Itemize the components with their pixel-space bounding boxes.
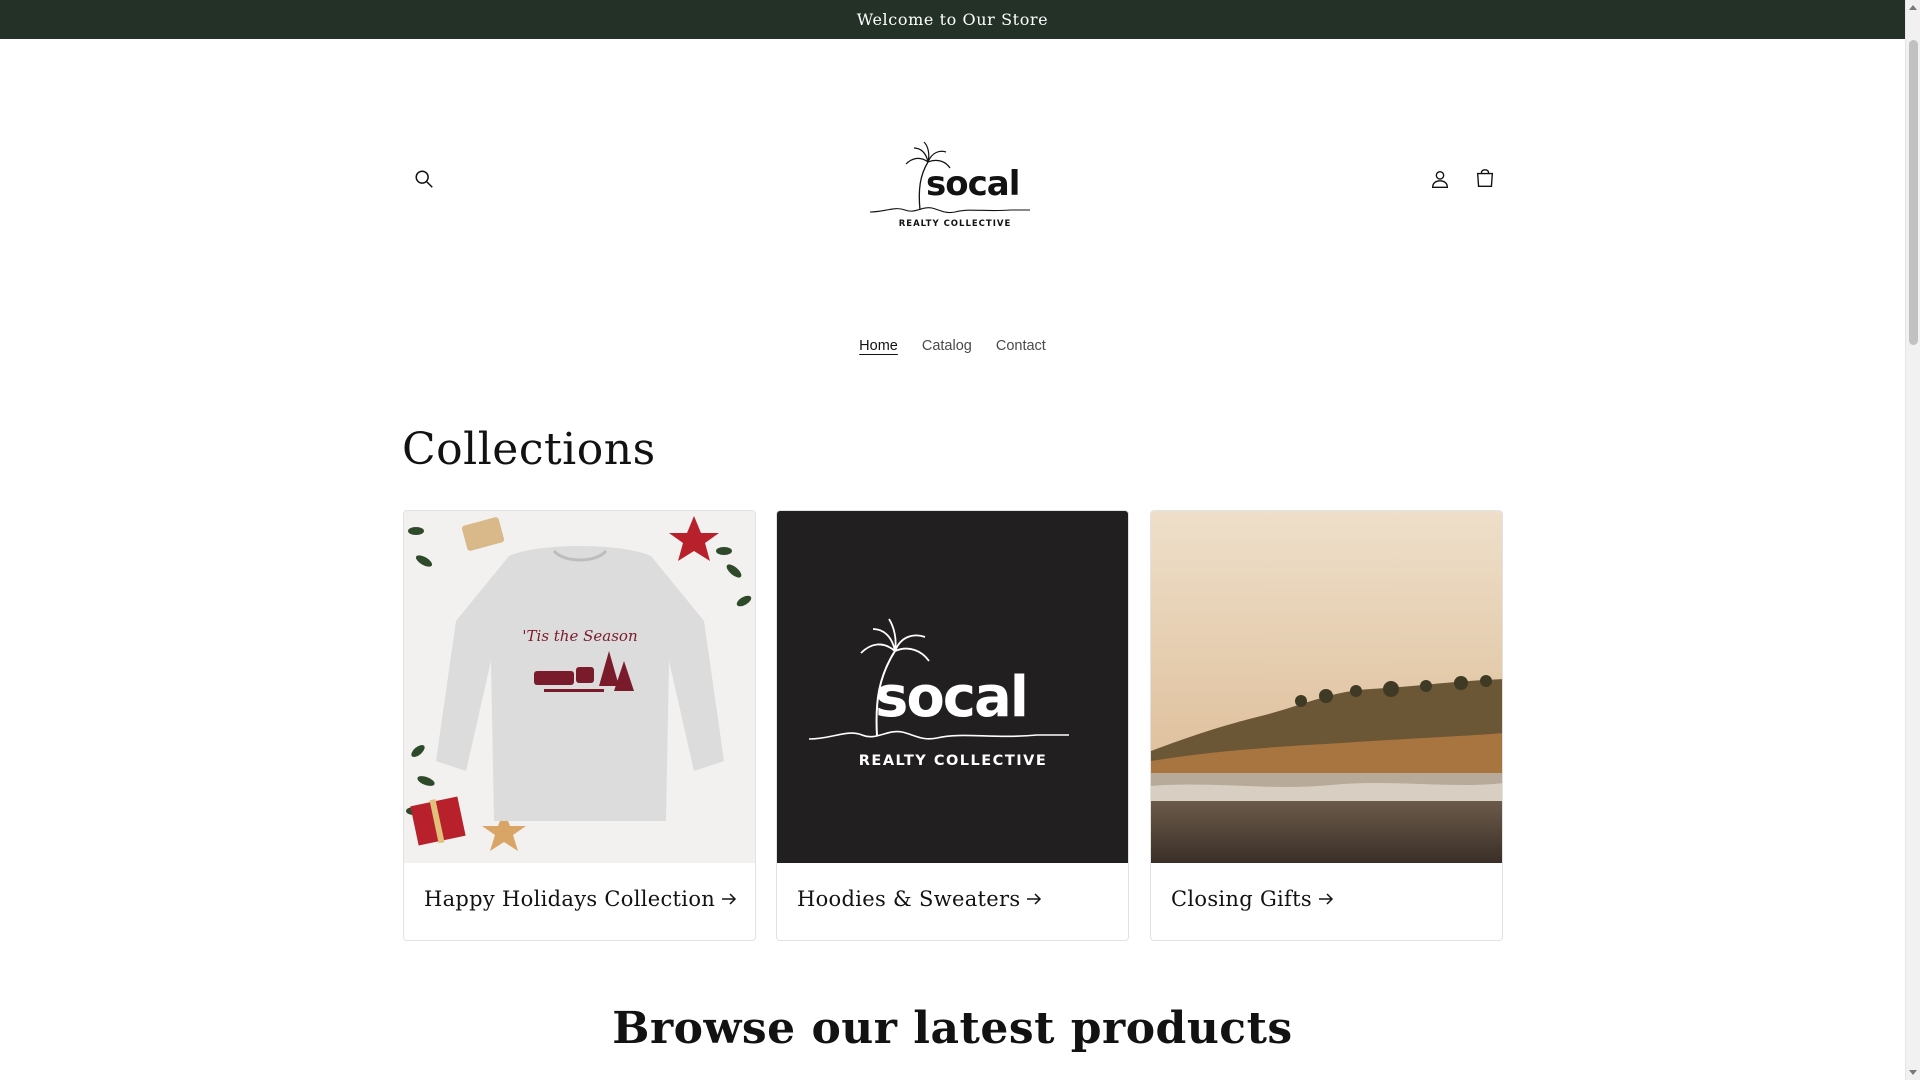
scrollbar-thumb[interactable] <box>1909 40 1918 345</box>
cart-icon <box>1476 169 1494 188</box>
account-button[interactable] <box>1422 161 1458 197</box>
logo-tagline: REALTY COLLECTIVE <box>899 219 1012 229</box>
collection-title: Closing Gifts <box>1171 887 1312 911</box>
arrow-right-icon <box>722 893 737 905</box>
search-icon <box>415 170 433 188</box>
search-button[interactable] <box>406 161 442 197</box>
page-scrollbar[interactable] <box>1905 0 1920 1080</box>
collection-link-closing-gifts[interactable]: Closing Gifts <box>1171 887 1334 911</box>
collection-card-closing-gifts[interactable]: Closing Gifts <box>1150 510 1503 941</box>
scroll-down-arrow-icon[interactable] <box>1909 1070 1917 1075</box>
collection-card-happy-holidays[interactable]: 'Tis the Season Happy Holidays Collectio… <box>403 510 756 941</box>
scroll-up-arrow-icon[interactable] <box>1909 5 1917 10</box>
collections-heading: Collections <box>402 424 656 475</box>
account-icon <box>1431 170 1449 188</box>
sweatshirt-graphic-text: 'Tis the Season <box>522 627 637 645</box>
browse-products-heading: Browse our latest products <box>612 1003 1293 1054</box>
collection-card-hoodies-sweaters[interactable]: socal REALTY COLLECTIVE Hoodies & Sweate… <box>776 510 1129 941</box>
collection-title: Happy Holidays Collection <box>424 887 716 911</box>
store-logo[interactable]: socal REALTY COLLECTIVE <box>860 120 1050 240</box>
logo-brand: socal <box>926 164 1019 204</box>
collection-link-happy-holidays[interactable]: Happy Holidays Collection <box>424 887 737 911</box>
nav-item-catalog[interactable]: Catalog <box>910 334 984 358</box>
logo-image-brand: socal <box>875 665 1027 730</box>
collection-image-beach <box>1151 511 1502 863</box>
arrow-right-icon <box>1318 893 1334 905</box>
arrow-right-icon <box>1027 893 1042 905</box>
nav-item-contact[interactable]: Contact <box>984 334 1058 358</box>
collection-image-logo: socal REALTY COLLECTIVE <box>777 511 1128 863</box>
cart-button[interactable] <box>1467 161 1503 197</box>
collection-title: Hoodies & Sweaters <box>797 887 1021 911</box>
nav-item-home[interactable]: Home <box>847 334 910 358</box>
collection-image-sweatshirt: 'Tis the Season <box>404 511 755 863</box>
announcement-text: Welcome to Our Store <box>856 10 1049 29</box>
logo-image-tagline: REALTY COLLECTIVE <box>859 753 1047 769</box>
collection-link-hoodies-sweaters[interactable]: Hoodies & Sweaters <box>797 887 1042 911</box>
announcement-bar: Welcome to Our Store <box>0 0 1905 39</box>
main-navigation: Home Catalog Contact <box>0 334 1905 358</box>
